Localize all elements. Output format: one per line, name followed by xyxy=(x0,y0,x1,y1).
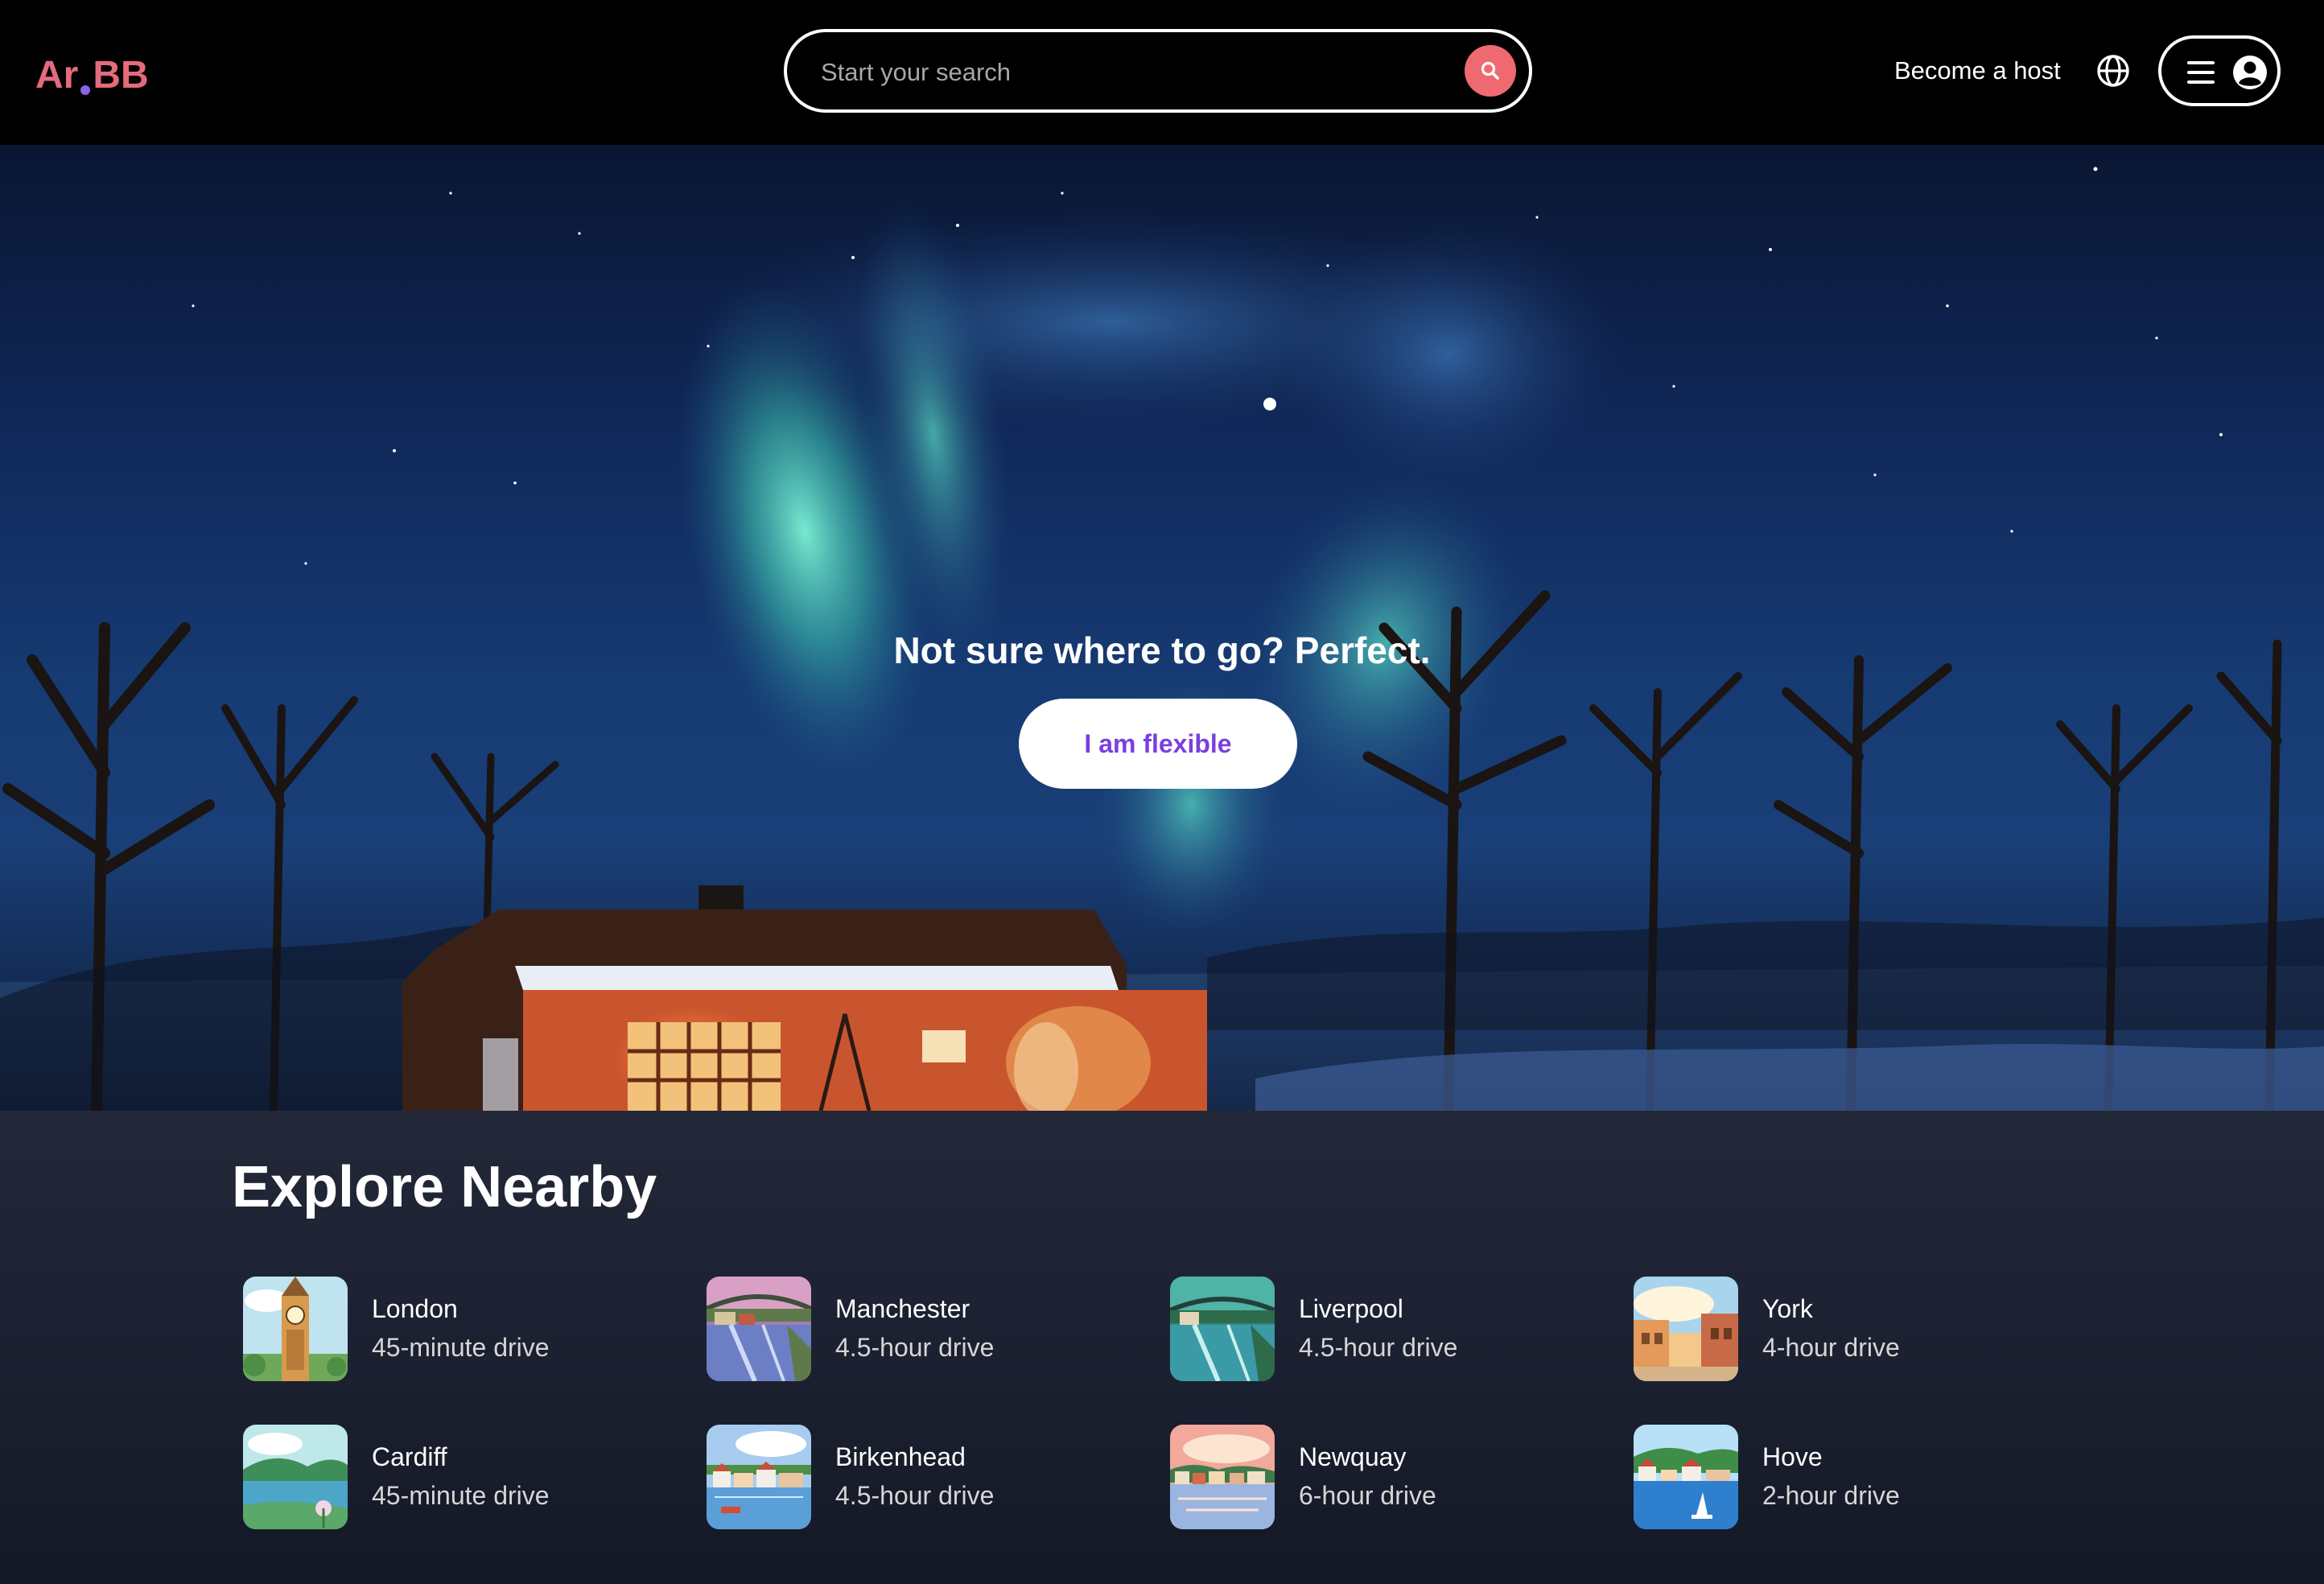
logo-text-right: BB xyxy=(93,54,149,97)
place-distance: 4.5-hour drive xyxy=(835,1481,995,1510)
big-ben-thumbnail xyxy=(243,1277,348,1381)
sunset-coast-thumbnail xyxy=(1170,1425,1275,1529)
globe-icon[interactable] xyxy=(2095,53,2131,89)
harbor-village-thumbnail xyxy=(707,1425,811,1529)
place-distance: 45-minute drive xyxy=(372,1333,550,1362)
search-placeholder[interactable]: Start your search xyxy=(821,56,1011,89)
logo[interactable]: Ar BB xyxy=(35,53,149,98)
bridge-river-thumbnail xyxy=(707,1277,811,1381)
place-name: Liverpool xyxy=(1299,1294,1403,1323)
explore-nearby-title: Explore Nearby xyxy=(232,1155,657,1219)
hamburger-icon xyxy=(2187,61,2215,84)
place-name: Cardiff xyxy=(372,1442,447,1471)
place-card-hove[interactable]: Hove 2-hour drive xyxy=(1622,1425,2073,1529)
place-distance: 4.5-hour drive xyxy=(1299,1333,1458,1362)
place-distance: 4.5-hour drive xyxy=(835,1333,995,1362)
place-card-london[interactable]: London 45-minute drive xyxy=(232,1277,682,1381)
hero-title: Not sure where to go? Perfect. xyxy=(893,629,1431,671)
search-button[interactable] xyxy=(1465,45,1516,97)
place-name: Newquay xyxy=(1299,1442,1407,1471)
place-card-liverpool[interactable]: Liverpool 4.5-hour drive xyxy=(1159,1277,1609,1381)
place-name: Manchester xyxy=(835,1294,970,1323)
logo-text-left: Ar xyxy=(35,54,79,97)
place-card-cardiff[interactable]: Cardiff 45-minute drive xyxy=(232,1425,682,1529)
place-card-york[interactable]: York 4-hour drive xyxy=(1622,1277,2073,1381)
place-distance: 6-hour drive xyxy=(1299,1481,1436,1510)
search-bar[interactable]: Start your search xyxy=(784,29,1532,113)
lake-hills-thumbnail xyxy=(243,1425,348,1529)
place-name: York xyxy=(1762,1294,1813,1323)
seaside-town-thumbnail xyxy=(1634,1425,1738,1529)
top-header: Ar BB Start your search Become a host xyxy=(0,0,2324,145)
place-card-newquay[interactable]: Newquay 6-hour drive xyxy=(1159,1425,1609,1529)
search-icon xyxy=(1481,61,1499,80)
i-am-flexible-button[interactable]: I am flexible xyxy=(1019,699,1297,789)
place-name: Birkenhead xyxy=(835,1442,966,1471)
become-a-host-link[interactable]: Become a host xyxy=(1894,55,2061,87)
user-menu-button[interactable] xyxy=(2158,35,2281,106)
place-name: Hove xyxy=(1762,1442,1823,1471)
place-card-birkenhead[interactable]: Birkenhead 4.5-hour drive xyxy=(695,1425,1146,1529)
place-name: London xyxy=(372,1294,458,1323)
place-distance: 4-hour drive xyxy=(1762,1333,1900,1362)
place-distance: 45-minute drive xyxy=(372,1481,550,1510)
hero-banner: Not sure where to go? Perfect. I am flex… xyxy=(0,145,2324,1111)
logo-dot xyxy=(80,85,91,95)
bridge-canal-thumbnail xyxy=(1170,1277,1275,1381)
user-circle-icon xyxy=(2233,56,2267,89)
place-distance: 2-hour drive xyxy=(1762,1481,1900,1510)
place-card-manchester[interactable]: Manchester 4.5-hour drive xyxy=(695,1277,1146,1381)
explore-nearby-section: Explore Nearby London 45-minute drive Ma… xyxy=(0,1111,2324,1584)
town-houses-thumbnail xyxy=(1634,1277,1738,1381)
